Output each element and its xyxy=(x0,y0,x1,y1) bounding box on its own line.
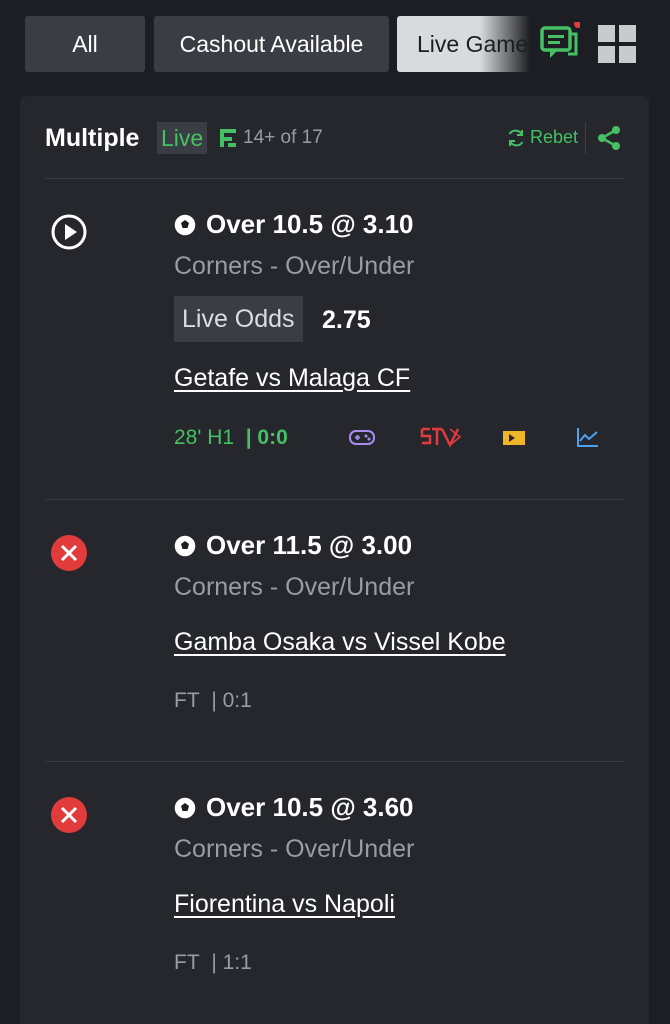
match-time: FT xyxy=(174,951,200,974)
stv-live-stream-icon[interactable] xyxy=(420,423,464,451)
filter-cashout-button[interactable]: Cashout Available xyxy=(154,16,389,72)
market-type: Corners - Over/Under xyxy=(174,835,415,863)
selection-text: Over 10.5 @ 3.10 xyxy=(206,209,414,239)
match-link[interactable]: Getafe vs Malaga CF xyxy=(174,364,410,393)
header-divider xyxy=(585,122,586,154)
match-tracker-icon[interactable] xyxy=(502,429,526,447)
match-score: | 1:1 xyxy=(211,951,252,974)
rebet-label: Rebet xyxy=(530,127,579,147)
match-score: | 0:1 xyxy=(211,689,252,712)
match-link[interactable]: Fiorentina vs Napoli xyxy=(174,890,395,919)
match-status: 28' H1 | 0:0 xyxy=(174,426,288,450)
match-link[interactable]: Gamba Osaka vs Vissel Kobe xyxy=(174,628,506,657)
grid-view-icon[interactable] xyxy=(598,25,636,63)
bet-leg: Over 11.5 @ 3.00 Corners - Over/Under Ga… xyxy=(20,500,649,761)
flexibet-icon xyxy=(220,129,236,147)
live-odds-label: Live Odds xyxy=(174,296,303,342)
soccer-ball-icon xyxy=(174,797,196,818)
live-badge: Live xyxy=(157,122,208,154)
match-time: 28' H1 xyxy=(174,426,235,449)
rebet-button[interactable]: Rebet xyxy=(506,127,578,148)
statistics-icon[interactable] xyxy=(576,426,600,448)
scroll-fade xyxy=(480,14,530,74)
market-type: Corners - Over/Under xyxy=(174,252,415,280)
play-icon[interactable] xyxy=(50,213,88,251)
filter-all-button[interactable]: All xyxy=(25,16,145,72)
bet-card-header: Multiple Live 14+ of 17 Rebet xyxy=(20,96,649,178)
filter-bar: All Cashout Available Live Games xyxy=(0,0,670,90)
selection-text: Over 10.5 @ 3.60 xyxy=(206,792,414,822)
lost-cross-icon xyxy=(51,535,87,571)
selection-line: Over 11.5 @ 3.00 xyxy=(174,530,412,561)
lost-cross-icon xyxy=(51,797,87,833)
refresh-icon xyxy=(508,129,524,146)
chat-notification-icon[interactable] xyxy=(540,22,580,62)
soccer-ball-icon xyxy=(174,535,196,556)
soccer-ball-icon xyxy=(174,214,196,235)
match-status: FT | 0:1 xyxy=(174,689,252,713)
selection-text: Over 11.5 @ 3.00 xyxy=(206,530,413,560)
match-score: | 0:0 xyxy=(245,426,288,449)
share-icon[interactable] xyxy=(596,125,622,151)
selection-line: Over 10.5 @ 3.60 xyxy=(174,792,414,823)
live-odds-value: 2.75 xyxy=(322,306,371,334)
bet-card: Multiple Live 14+ of 17 Rebet Over 10.5 … xyxy=(20,96,649,1024)
selection-line: Over 10.5 @ 3.10 xyxy=(174,209,414,240)
match-time: FT xyxy=(174,689,200,712)
match-status: FT | 1:1 xyxy=(174,951,252,975)
gamepad-icon[interactable] xyxy=(348,426,376,448)
legs-count: 14+ of 17 xyxy=(243,127,323,148)
bet-leg: Over 10.5 @ 3.10 Corners - Over/Under Li… xyxy=(20,179,649,499)
bet-type-title: Multiple xyxy=(45,124,140,152)
bet-leg: Over 10.5 @ 3.60 Corners - Over/Under Fi… xyxy=(20,762,649,1022)
market-type: Corners - Over/Under xyxy=(174,573,415,601)
